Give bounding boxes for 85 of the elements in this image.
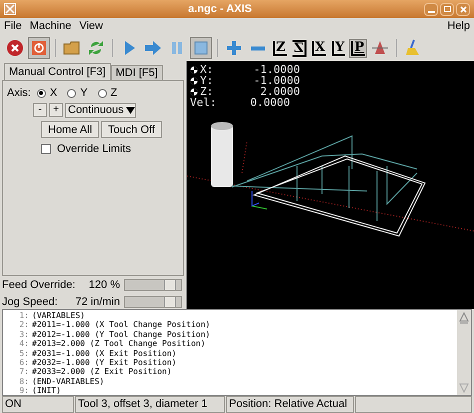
window-title: a.ngc - AXIS <box>187 2 253 17</box>
jog-minus-button[interactable]: - <box>33 103 47 117</box>
axis-radio[interactable] <box>98 88 107 98</box>
radio-label: Y <box>80 86 88 101</box>
radio-label: X <box>50 86 58 101</box>
dro-label: Z: <box>200 86 214 97</box>
line-number: 4: <box>18 339 29 349</box>
push-button[interactable]: Home All <box>41 121 100 138</box>
code-line: #2032=-1.000 (Y Exit Position) <box>32 358 176 368</box>
status-field: ON <box>2 396 74 413</box>
line-number: 3: <box>18 330 29 340</box>
dro-label: Vel: <box>190 97 218 108</box>
menu-item[interactable]: Machine <box>30 18 72 35</box>
slider-label: Feed Override: <box>2 278 74 293</box>
tool-cylinder <box>211 122 233 187</box>
dro-value: -1.0000 <box>252 75 300 86</box>
code-line: (INIT) <box>32 386 61 396</box>
status-field: Position: Relative Actual <box>226 396 354 413</box>
arrow-right-button[interactable] <box>144 39 162 57</box>
slider-thumb[interactable] <box>164 280 176 290</box>
checkbox-label: Override Limits <box>57 142 131 157</box>
axis-radio[interactable] <box>67 88 76 98</box>
menu-item[interactable]: File <box>4 18 22 35</box>
code-line: (VARIABLES) <box>32 311 85 320</box>
line-number: 7: <box>18 367 29 377</box>
radio-label: Z <box>110 86 118 101</box>
dropdown-arrow-icon <box>126 106 135 114</box>
tab[interactable]: Manual Control [F3] <box>4 63 111 80</box>
slider-track[interactable] <box>124 296 182 308</box>
dro-value: 2.0000 <box>260 86 300 97</box>
axis-label: Axis: <box>7 86 31 101</box>
code-line: #2012=-1.000 (Y Tool Change Position) <box>32 330 210 340</box>
push-button[interactable]: Touch Off <box>101 121 162 138</box>
axis-radio[interactable] <box>36 88 46 98</box>
jog-plus-button[interactable]: + <box>49 103 63 117</box>
code-line: #2013=2.000 (Z Tool Change Position) <box>32 339 206 349</box>
slider-reading: 120 % <box>88 278 120 293</box>
code-line: #2011=-1.000 (X Tool Change Position) <box>32 320 210 330</box>
code-line: #2033=2.000 (Z Exit Position) <box>32 367 172 377</box>
line-number: 9: <box>18 386 29 396</box>
view-button[interactable]: Y <box>332 40 346 56</box>
line-number: 5: <box>18 348 29 358</box>
dro-label: Y: <box>200 75 214 86</box>
slider-label: Jog Speed: <box>2 294 59 310</box>
stop-icon <box>192 39 210 57</box>
override-limits-checkbox[interactable] <box>41 144 51 154</box>
tab[interactable]: MDI [F5] <box>110 65 163 80</box>
power-button[interactable] <box>28 37 50 59</box>
stop-sign-button[interactable] <box>6 39 24 57</box>
slider-track[interactable] <box>124 279 182 291</box>
minimize-button[interactable] <box>424 2 438 16</box>
dro-label: X: <box>200 64 214 75</box>
view-button[interactable]: Z <box>273 40 286 56</box>
code-line: (END-VARIABLES) <box>32 376 104 386</box>
jog-mode-value: Continuous <box>68 102 124 118</box>
line-number: 8: <box>18 376 29 386</box>
stop-button[interactable] <box>190 37 212 59</box>
scroll-down-icon[interactable] <box>459 383 469 393</box>
minus-button[interactable] <box>249 46 267 50</box>
reload-button[interactable] <box>87 39 105 57</box>
plus-button[interactable] <box>225 39 243 57</box>
line-number: 6: <box>18 358 29 368</box>
line-number: 1: <box>18 311 29 320</box>
app-icon <box>4 3 16 15</box>
view-button[interactable]: X <box>312 40 326 56</box>
close-icon <box>460 6 466 12</box>
cone-button[interactable] <box>371 39 390 57</box>
line-number: 2: <box>18 320 29 330</box>
folder-button[interactable] <box>63 39 81 57</box>
close-button[interactable] <box>456 2 470 16</box>
dro-value: 0.0000 <box>249 97 290 108</box>
code-line: #2031=-1.000 (X Exit Position) <box>32 348 176 358</box>
jog-mode-dropdown[interactable]: Continuous <box>65 102 136 118</box>
slider-reading: 72 in/min <box>74 294 120 310</box>
scrollbar[interactable] <box>457 310 471 395</box>
power-icon <box>30 39 48 57</box>
view-button[interactable]: P <box>349 38 368 58</box>
view-button[interactable]: Z <box>292 40 306 56</box>
scroll-up-icon[interactable] <box>459 312 469 324</box>
status-field: Tool 3, offset 3, diameter 1 <box>75 396 225 413</box>
dro-value: -1.0000 <box>252 64 300 75</box>
menu-item[interactable]: Help <box>447 18 470 35</box>
slider-thumb[interactable] <box>164 297 176 307</box>
menu-item[interactable]: View <box>79 18 103 35</box>
maximize-button[interactable] <box>440 2 454 16</box>
